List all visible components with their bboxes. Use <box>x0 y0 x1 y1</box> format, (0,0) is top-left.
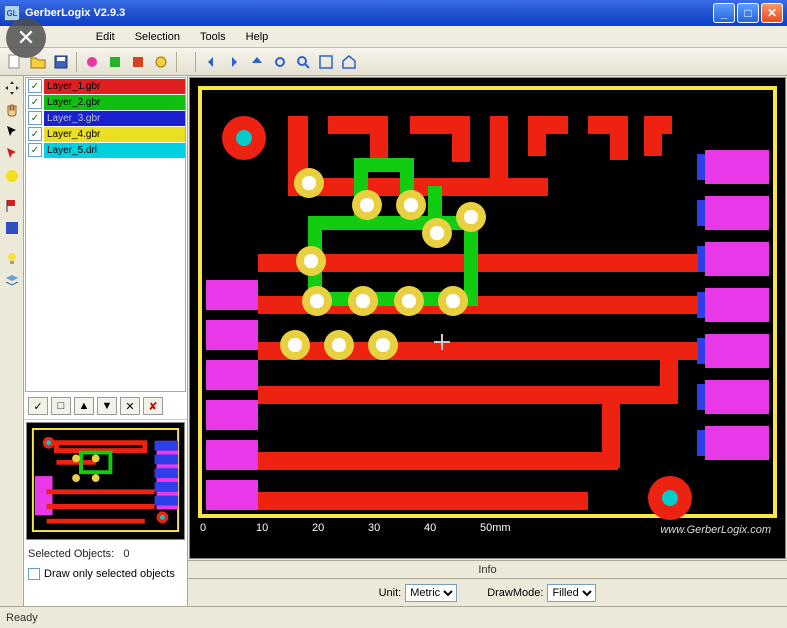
menu-tools[interactable]: Tools <box>190 28 236 46</box>
bulb-icon[interactable] <box>2 248 22 268</box>
ruler-tick: 30 <box>368 522 380 534</box>
layer-row[interactable]: ✓Layer_2.gbr <box>26 94 185 110</box>
mask-icon[interactable] <box>2 218 22 238</box>
unit-label: Unit: <box>379 587 402 599</box>
layer-moveup-button[interactable]: ▲ <box>74 397 94 415</box>
zoom-in-icon[interactable] <box>292 51 314 73</box>
layer-checkbox[interactable]: ✓ <box>28 95 42 109</box>
zoom-fit-icon[interactable] <box>315 51 337 73</box>
toolbar <box>0 48 787 76</box>
left-toolbar <box>0 76 24 606</box>
layer-checkall-button[interactable]: ✓ <box>28 397 48 415</box>
draw-only-checkbox[interactable]: Draw only selected objects <box>24 566 187 582</box>
layer-uncheckall-button[interactable]: □ <box>51 397 71 415</box>
layer-row[interactable]: ✓Layer_4.gbr <box>26 126 185 142</box>
nav-up-icon[interactable] <box>246 51 268 73</box>
tool-icon-4[interactable] <box>150 51 172 73</box>
menu-edit[interactable]: Edit <box>86 28 125 46</box>
menu-help[interactable]: Help <box>236 28 279 46</box>
drawmode-select[interactable]: Filled <box>547 584 596 602</box>
side-panel: ✓Layer_1.gbr✓Layer_2.gbr✓Layer_3.gbr✓Lay… <box>24 76 188 606</box>
save-icon[interactable] <box>50 51 72 73</box>
main-view: 0 10 20 30 40 50mm www.GerberLogix.com Info U… <box>188 76 787 606</box>
tool-icon-2[interactable] <box>104 51 126 73</box>
layer-swatch: Layer_2.gbr <box>44 95 185 110</box>
title-bar: GL GerberLogix V2.9.3 _ □ ✕ <box>0 0 787 26</box>
drill-hole <box>662 490 678 506</box>
layer-checkbox[interactable]: ✓ <box>28 143 42 157</box>
drawmode-label: DrawMode: <box>487 587 543 599</box>
maximize-button[interactable]: □ <box>737 3 759 23</box>
selection-label: Selected Objects: <box>28 548 114 560</box>
layer-row[interactable]: ✓Layer_5.drl <box>26 142 185 158</box>
highlight-icon[interactable] <box>2 166 22 186</box>
layer-movedown-button[interactable]: ▼ <box>97 397 117 415</box>
layer-row[interactable]: ✓Layer_1.gbr <box>26 78 185 94</box>
info-bar: Info <box>188 560 787 578</box>
ruler-tick: 0 <box>200 522 206 534</box>
selection-count: 0 <box>123 548 129 560</box>
layer-checkbox[interactable]: ✓ <box>28 79 42 93</box>
layer-delete-button[interactable]: ✕ <box>120 397 140 415</box>
status-bar: Ready <box>0 606 787 628</box>
drill-hole <box>236 130 252 146</box>
refresh-icon[interactable] <box>269 51 291 73</box>
nav-back-icon[interactable] <box>200 51 222 73</box>
flag-icon[interactable] <box>2 196 22 216</box>
ruler-tick: 20 <box>312 522 324 534</box>
ruler-tick: 10 <box>256 522 268 534</box>
minimap[interactable] <box>26 422 185 540</box>
cursor-move-icon[interactable] <box>2 78 22 98</box>
info-label: Info <box>478 564 496 576</box>
status-text: Ready <box>6 612 38 624</box>
select-red-icon[interactable] <box>2 144 22 164</box>
draw-only-label: Draw only selected objects <box>44 568 175 580</box>
home-icon[interactable] <box>338 51 360 73</box>
layer-checkbox[interactable]: ✓ <box>28 111 42 125</box>
minimize-button[interactable]: _ <box>713 3 735 23</box>
layer-swatch: Layer_3.gbr <box>44 111 185 126</box>
tool-icon-3[interactable] <box>127 51 149 73</box>
menu-bar: ✕ File Edit Selection Tools Help <box>0 26 787 48</box>
layers-icon[interactable] <box>2 270 22 290</box>
layer-list[interactable]: ✓Layer_1.gbr✓Layer_2.gbr✓Layer_3.gbr✓Lay… <box>25 77 186 392</box>
tool-icon-1[interactable] <box>81 51 103 73</box>
hand-icon[interactable] <box>2 100 22 120</box>
checkbox-icon <box>28 568 40 580</box>
layer-swatch: Layer_5.drl <box>44 143 185 158</box>
window-title: GerberLogix V2.9.3 <box>25 7 713 19</box>
layer-row[interactable]: ✓Layer_3.gbr <box>26 110 185 126</box>
selection-info: Selected Objects: 0 <box>24 542 187 566</box>
unit-select[interactable]: Metric <box>405 584 457 602</box>
pcb-canvas[interactable]: 0 10 20 30 40 50mm www.GerberLogix.com <box>189 77 786 559</box>
bottom-bar: Unit: Metric DrawMode: Filled <box>188 578 787 606</box>
layer-swatch: Layer_1.gbr <box>44 79 185 94</box>
layer-buttons: ✓ □ ▲ ▼ ✕ ✘ <box>24 393 187 420</box>
crosshair-cursor <box>434 334 450 350</box>
overlay-close-icon[interactable]: ✕ <box>6 18 46 58</box>
watermark: www.GerberLogix.com <box>660 524 771 536</box>
close-button[interactable]: ✕ <box>761 3 783 23</box>
layer-clear-button[interactable]: ✘ <box>143 397 163 415</box>
layer-swatch: Layer_4.gbr <box>44 127 185 142</box>
nav-forward-icon[interactable] <box>223 51 245 73</box>
layer-checkbox[interactable]: ✓ <box>28 127 42 141</box>
menu-selection[interactable]: Selection <box>125 28 190 46</box>
ruler-tick: 50mm <box>480 522 511 534</box>
pointer-icon[interactable] <box>2 122 22 142</box>
ruler-tick: 40 <box>424 522 436 534</box>
